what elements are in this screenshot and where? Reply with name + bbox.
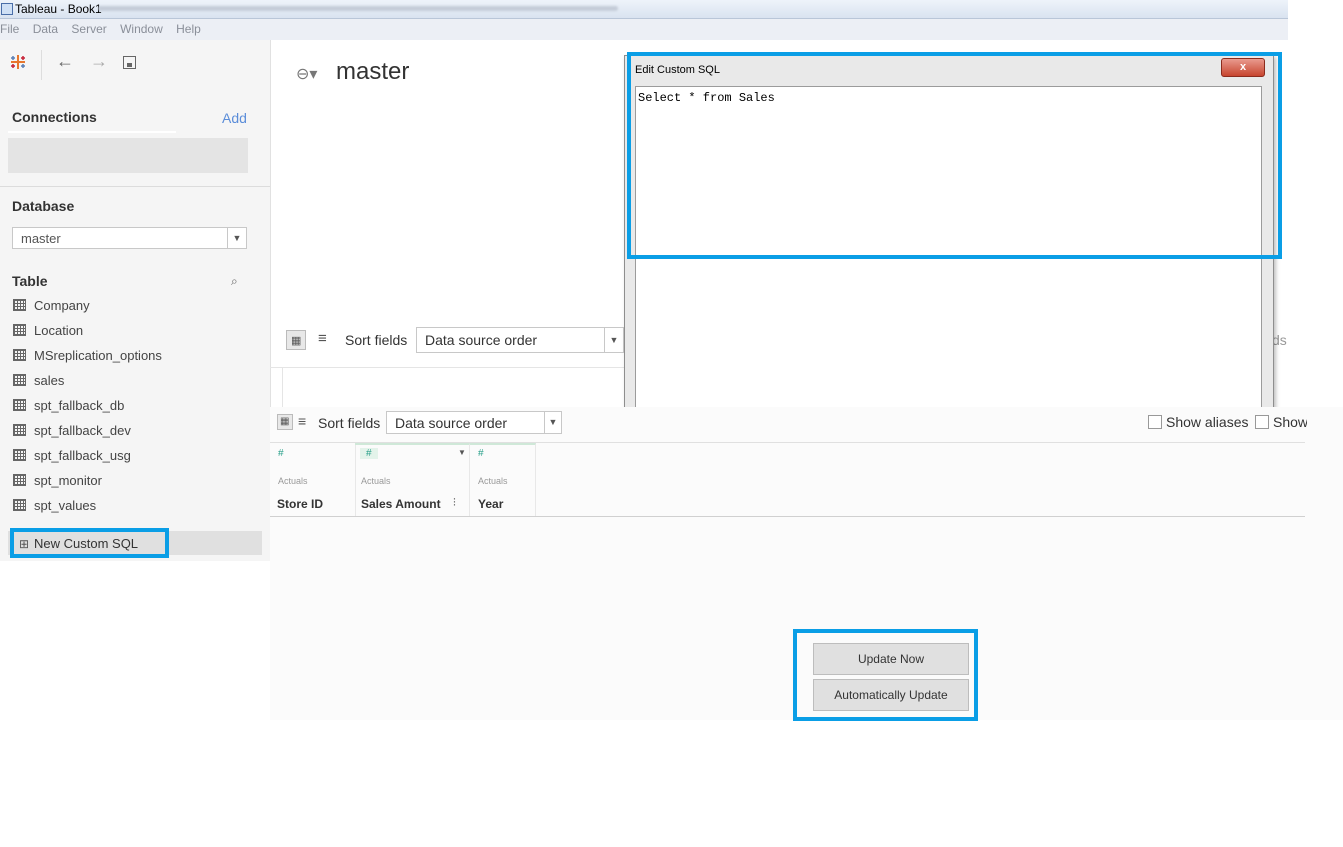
menu-window[interactable]: Window (120, 22, 163, 36)
sort-fields-value: Data source order (425, 332, 538, 348)
table-item-label: Location (34, 323, 84, 338)
toolbar-divider (41, 50, 42, 80)
grid-view-icon[interactable]: ▦ (286, 330, 306, 350)
number-type-icon: # (478, 448, 484, 459)
table-item-label: spt_fallback_dev (34, 423, 131, 438)
table-item-label: Company (34, 298, 90, 313)
table-icon (13, 349, 26, 361)
sort-fields-select[interactable]: Data source order ▼ (416, 327, 624, 353)
tableau-logo-icon[interactable] (8, 52, 30, 74)
menu-help[interactable]: Help (176, 22, 201, 36)
forward-arrow-icon[interactable]: → (90, 51, 108, 72)
table-icon (13, 324, 26, 336)
database-icon: ⊖▾ (296, 66, 318, 83)
sort-fields-select[interactable]: Data source order ▼ (386, 411, 562, 434)
table-icon (13, 474, 26, 486)
list-view-icon[interactable]: ≡ (298, 413, 306, 429)
connection-item-redacted[interactable] (8, 138, 248, 173)
database-select[interactable]: master ▼ (12, 227, 247, 249)
table-item-label: spt_fallback_usg (34, 448, 131, 463)
update-now-button[interactable]: Update Now (813, 643, 969, 675)
table-heading: Table (12, 273, 48, 289)
sql-editor-highlight (627, 52, 1282, 259)
grid-view-icon[interactable]: ▦ (277, 414, 293, 430)
sort-fields-label: Sort fields (345, 332, 408, 348)
column-source: Actuals (361, 476, 391, 486)
column-header[interactable]: # Actuals Store ID (270, 443, 356, 516)
show-aliases-label: Show aliases (1166, 414, 1249, 430)
table-item[interactable]: spt_monitor (13, 468, 102, 493)
chevron-down-icon: ▼ (227, 228, 246, 248)
table-icon (13, 424, 26, 436)
table-icon (13, 374, 26, 386)
table-item[interactable]: MSreplication_options (13, 343, 162, 368)
new-custom-sql-label: New Custom SQL (34, 536, 139, 551)
tableau-app-icon (1, 3, 13, 15)
column-name: Sales Amount (361, 497, 441, 511)
automatically-update-button[interactable]: Automatically Update (813, 679, 969, 711)
sort-fields-value: Data source order (395, 415, 508, 431)
table-item-label: spt_fallback_db (34, 398, 125, 413)
column-source: Actuals (478, 476, 508, 486)
column-name: Year (478, 497, 504, 511)
menu-data[interactable]: Data (33, 22, 58, 36)
grid-header-border (270, 516, 1305, 517)
column-header[interactable]: # Actuals Year (470, 443, 536, 516)
menu-bar: File Data Server Window Help (0, 19, 1288, 40)
menu-server[interactable]: Server (71, 22, 106, 36)
window-title: Tableau - Book1 (15, 2, 102, 16)
section-divider (0, 186, 270, 187)
window-titlebar: Tableau - Book1 (0, 0, 1288, 19)
blurred-title-text (98, 6, 618, 11)
clipped-toolbar-text: ds (1272, 332, 1287, 348)
show-hidden-checkbox[interactable]: Show (1255, 414, 1307, 430)
table-icon (13, 399, 26, 411)
table-item[interactable]: Location (13, 318, 83, 343)
table-item[interactable]: spt_fallback_usg (13, 443, 131, 468)
number-type-icon: # (360, 448, 378, 459)
show-hidden-label: Show (1273, 414, 1307, 430)
list-view-icon[interactable]: ≡ (318, 330, 327, 347)
save-icon[interactable] (123, 56, 136, 69)
column-name: Store ID (277, 497, 324, 511)
table-item-label: spt_values (34, 498, 97, 513)
table-item[interactable]: sales (13, 368, 64, 393)
custom-sql-icon: ⊞ (19, 537, 30, 551)
datasource-title[interactable]: master (336, 58, 409, 86)
sort-icon[interactable]: ⫶ (453, 497, 456, 510)
table-item-label: sales (34, 373, 65, 388)
number-type-icon: # (278, 448, 284, 459)
table-item-label: MSreplication_options (34, 348, 162, 363)
connections-heading: Connections (12, 109, 97, 125)
search-icon[interactable]: ⌕ (231, 274, 238, 289)
chevron-down-icon: ▼ (544, 412, 561, 433)
database-heading: Database (12, 198, 75, 214)
chevron-down-icon[interactable]: ▼ (458, 448, 466, 457)
table-item-label: spt_monitor (34, 473, 102, 488)
sort-fields-label: Sort fields (318, 415, 381, 431)
back-arrow-icon[interactable]: ← (56, 51, 74, 72)
chevron-down-icon: ▼ (604, 328, 623, 352)
table-item[interactable]: spt_values (13, 493, 96, 518)
table-icon (13, 299, 26, 311)
table-item[interactable]: Company (13, 293, 90, 318)
column-source: Actuals (278, 476, 308, 486)
table-icon (13, 499, 26, 511)
table-item[interactable]: spt_fallback_db (13, 393, 124, 418)
table-item[interactable]: spt_fallback_dev (13, 418, 131, 443)
show-aliases-checkbox[interactable]: Show aliases (1148, 414, 1249, 430)
menu-file[interactable]: File (0, 22, 19, 36)
database-select-value: master (21, 231, 61, 246)
table-icon (13, 449, 26, 461)
column-header[interactable]: # ▼ Actuals Sales Amount ⫶ (355, 443, 470, 516)
checkbox-icon (1148, 415, 1162, 429)
checkbox-icon (1255, 415, 1269, 429)
new-custom-sql-item[interactable]: ⊞ New Custom SQL (10, 528, 169, 558)
connection-underline (8, 131, 176, 133)
add-connection-link[interactable]: Add (222, 110, 247, 126)
upper-grid-area (270, 367, 625, 408)
